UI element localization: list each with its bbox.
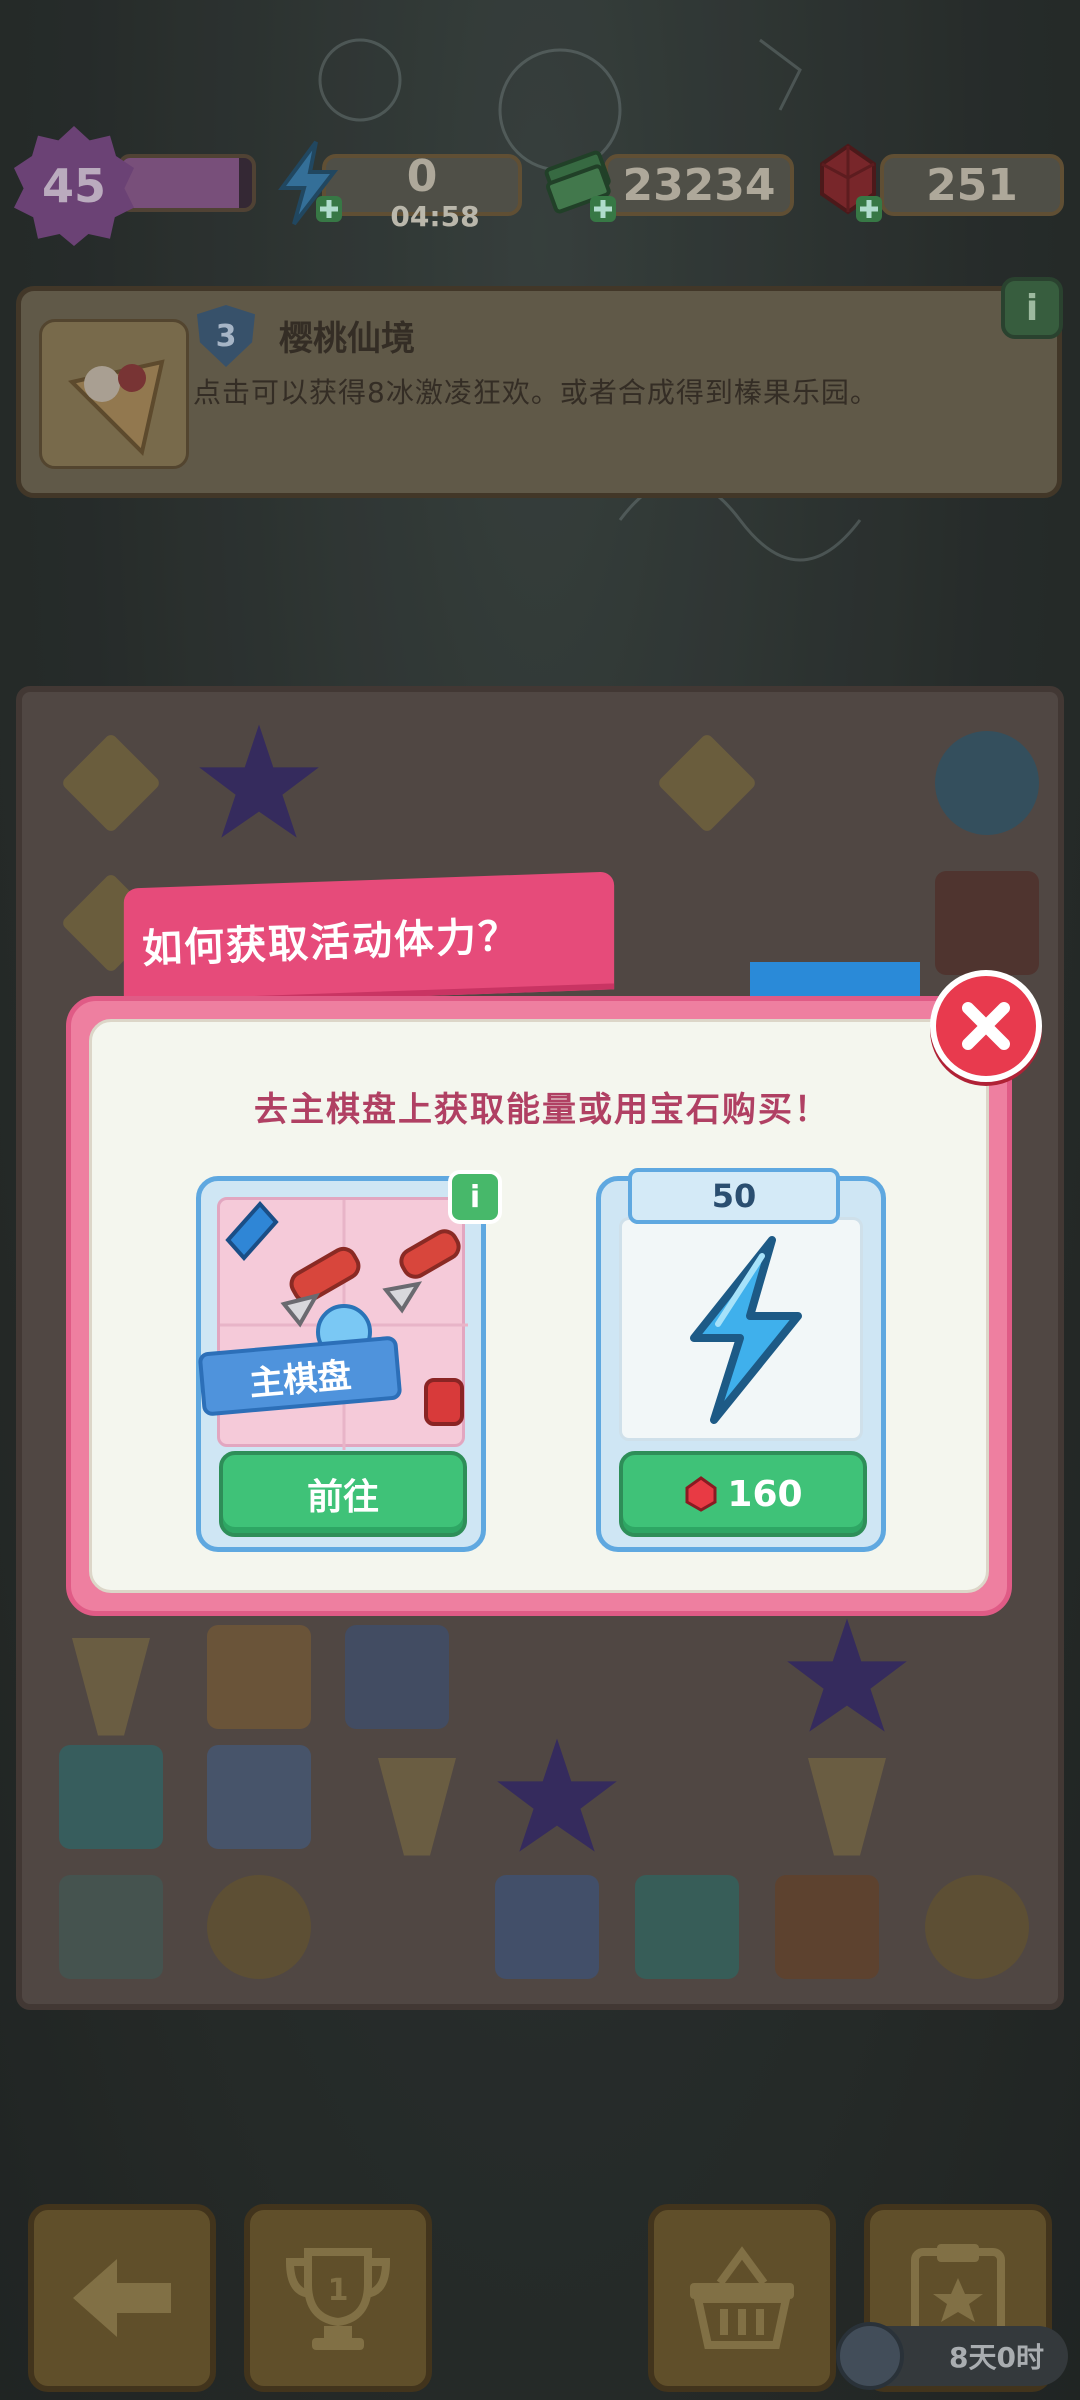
energy-quantity-banner: 50 — [628, 1168, 840, 1224]
buy-energy-card: 160 — [596, 1176, 886, 1552]
energy-bundle-image — [619, 1217, 863, 1441]
close-icon — [962, 1002, 1010, 1050]
energy-bolt-icon — [690, 1236, 802, 1424]
go-to-main-board-button[interactable]: 前往 — [219, 1451, 467, 1537]
buy-energy-price: 160 — [727, 1473, 803, 1515]
buy-energy-button[interactable]: 160 — [619, 1451, 867, 1537]
go-to-main-board-label: 前往 — [306, 1477, 379, 1518]
modal-subtitle: 去主棋盘上获取能量或用宝石购买！ — [254, 1090, 830, 1130]
energy-bolt-icon — [225, 1200, 279, 1262]
info-icon: i — [469, 1179, 481, 1215]
energy-quantity-value: 50 — [711, 1177, 757, 1215]
main-board-ribbon-label: 主棋盘 — [247, 1355, 353, 1404]
close-button[interactable] — [930, 970, 1042, 1082]
ruby-gem-icon — [685, 1476, 717, 1512]
main-board-info-button[interactable]: i — [448, 1170, 502, 1224]
